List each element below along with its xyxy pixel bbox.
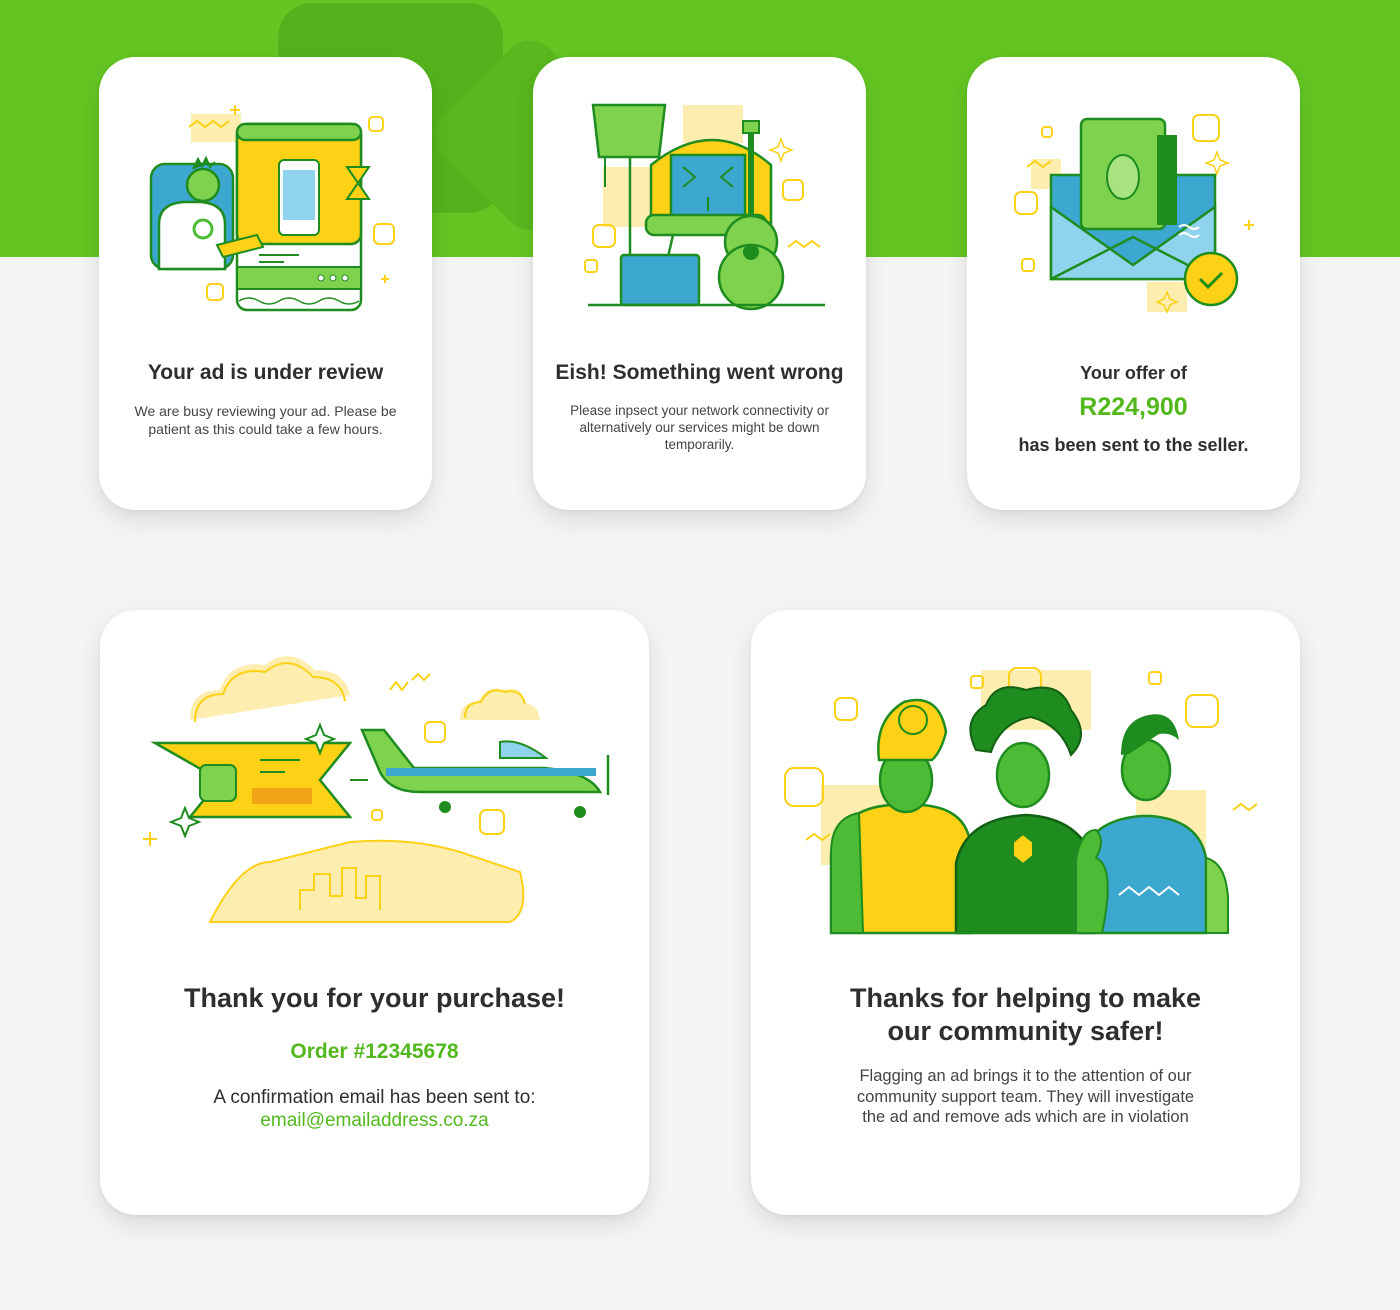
offer-line2: has been sent to the seller. bbox=[1018, 435, 1249, 455]
community-people-illustration bbox=[784, 667, 1258, 935]
offer-amount: R224,900 bbox=[1079, 393, 1188, 421]
card-title-line1: Thanks for helping to make bbox=[849, 983, 1202, 1013]
offer-line1: Your offer of bbox=[1080, 363, 1187, 383]
card-title-line2: our community safer! bbox=[887, 1016, 1164, 1046]
money-envelope-check-illustration bbox=[1014, 114, 1254, 314]
offer-sent-card: Your offer of R224,900 has been sent to … bbox=[967, 57, 1300, 510]
purchase-thanks-card: Thank you for your purchase! Order #1234… bbox=[100, 610, 649, 1215]
card-body: Please inpsect your network connectivity… bbox=[570, 403, 829, 452]
card-title: Eish! Something went wrong bbox=[555, 361, 844, 384]
card-body: Flagging an ad brings it to the attentio… bbox=[856, 1067, 1195, 1127]
order-number: Order #12345678 bbox=[290, 1040, 459, 1063]
card-title: Your ad is under review bbox=[147, 361, 384, 384]
furniture-guitar-laptop-illustration bbox=[584, 103, 825, 311]
error-card: Eish! Something went wrong Please inpsec… bbox=[533, 57, 866, 510]
card-body: We are busy reviewing your ad. Please be… bbox=[134, 403, 397, 437]
person-reviewing-ad-illustration bbox=[149, 105, 395, 312]
community-safer-card: Thanks for helping to make our community… bbox=[751, 610, 1300, 1215]
card-title: Thank you for your purchase! bbox=[183, 983, 566, 1013]
ad-review-card: Your ad is under review We are busy revi… bbox=[99, 57, 432, 510]
email-link[interactable]: email@emailaddress.co.za bbox=[100, 1110, 649, 1132]
confirmation-text: A confirmation email has been sent to: bbox=[213, 1087, 536, 1108]
airplane-banner-city-illustration bbox=[143, 656, 610, 923]
